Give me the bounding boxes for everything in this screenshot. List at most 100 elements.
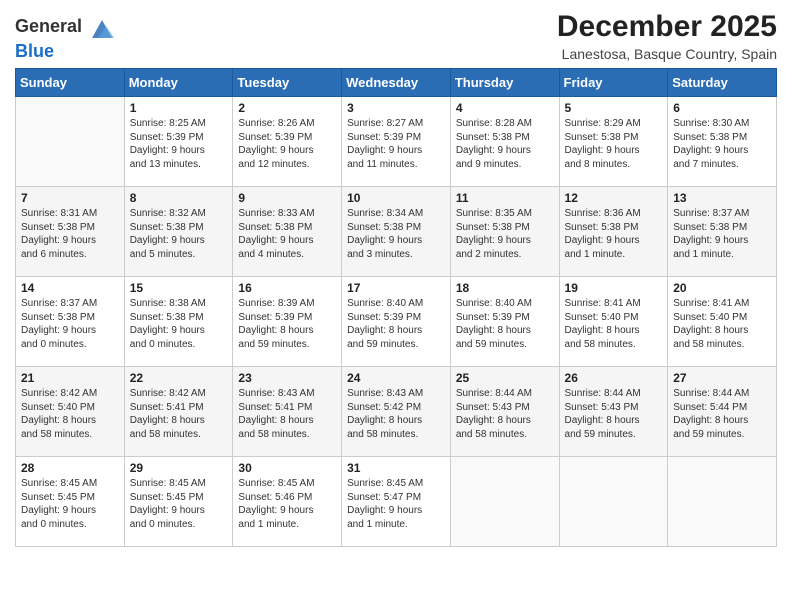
day-header-thursday: Thursday	[450, 69, 559, 97]
calendar-body: 1 Sunrise: 8:25 AM Sunset: 5:39 PM Daylig…	[16, 97, 777, 547]
cell-content: Sunrise: 8:33 AM Sunset: 5:38 PM Dayligh…	[238, 207, 336, 261]
calendar-week-3: 14 Sunrise: 8:37 AM Sunset: 5:38 PM Dayli…	[16, 277, 777, 367]
calendar-cell: 11 Sunrise: 8:35 AM Sunset: 5:38 PM Dayli…	[450, 187, 559, 277]
day-number: 23	[238, 371, 336, 385]
calendar-cell	[450, 457, 559, 547]
calendar-cell	[559, 457, 668, 547]
cell-content: Sunrise: 8:38 AM Sunset: 5:38 PM Dayligh…	[130, 297, 228, 351]
day-number: 24	[347, 371, 445, 385]
calendar-week-5: 28Sunrise: 8:45 AM Sunset: 5:45 PM Dayli…	[16, 457, 777, 547]
cell-content: Sunrise: 8:32 AM Sunset: 5:38 PM Dayligh…	[130, 207, 228, 261]
day-number: 27	[673, 371, 771, 385]
calendar-cell: 2 Sunrise: 8:26 AM Sunset: 5:39 PM Daylig…	[233, 97, 342, 187]
calendar-cell: 16 Sunrise: 8:39 AM Sunset: 5:39 PM Dayli…	[233, 277, 342, 367]
calendar-cell: 14 Sunrise: 8:37 AM Sunset: 5:38 PM Dayli…	[16, 277, 125, 367]
cell-content: Sunrise: 8:36 AM Sunset: 5:38 PM Dayligh…	[565, 207, 663, 261]
calendar-cell	[668, 457, 777, 547]
calendar-cell: 7Sunrise: 8:31 AM Sunset: 5:38 PM Daylig…	[16, 187, 125, 277]
cell-content: Sunrise: 8:43 AM Sunset: 5:41 PM Dayligh…	[238, 387, 336, 441]
day-number: 17	[347, 281, 445, 295]
calendar-cell: 24 Sunrise: 8:43 AM Sunset: 5:42 PM Dayli…	[342, 367, 451, 457]
day-number: 16	[238, 281, 336, 295]
day-number: 8	[130, 191, 228, 205]
day-number: 2	[238, 101, 336, 115]
day-number: 7	[21, 191, 119, 205]
cell-content: Sunrise: 8:44 AM Sunset: 5:43 PM Dayligh…	[456, 387, 554, 441]
cell-content: Sunrise: 8:43 AM Sunset: 5:42 PM Dayligh…	[347, 387, 445, 441]
day-number: 29	[130, 461, 228, 475]
day-header-sunday: Sunday	[16, 69, 125, 97]
calendar-cell: 29 Sunrise: 8:45 AM Sunset: 5:45 PM Dayli…	[124, 457, 233, 547]
day-number: 25	[456, 371, 554, 385]
calendar-cell: 6 Sunrise: 8:30 AM Sunset: 5:38 PM Daylig…	[668, 97, 777, 187]
calendar-cell: 17Sunrise: 8:40 AM Sunset: 5:39 PM Dayli…	[342, 277, 451, 367]
day-number: 21	[21, 371, 119, 385]
cell-content: Sunrise: 8:26 AM Sunset: 5:39 PM Dayligh…	[238, 117, 336, 171]
calendar-cell: 8 Sunrise: 8:32 AM Sunset: 5:38 PM Daylig…	[124, 187, 233, 277]
cell-content: Sunrise: 8:45 AM Sunset: 5:46 PM Dayligh…	[238, 477, 336, 531]
day-number: 12	[565, 191, 663, 205]
calendar-cell: 27 Sunrise: 8:44 AM Sunset: 5:44 PM Dayli…	[668, 367, 777, 457]
cell-content: Sunrise: 8:29 AM Sunset: 5:38 PM Dayligh…	[565, 117, 663, 171]
calendar-cell: 21 Sunrise: 8:42 AM Sunset: 5:40 PM Dayli…	[16, 367, 125, 457]
cell-content: Sunrise: 8:41 AM Sunset: 5:40 PM Dayligh…	[673, 297, 771, 351]
calendar-cell: 31 Sunrise: 8:45 AM Sunset: 5:47 PM Dayli…	[342, 457, 451, 547]
day-number: 4	[456, 101, 554, 115]
calendar-cell: 20Sunrise: 8:41 AM Sunset: 5:40 PM Dayli…	[668, 277, 777, 367]
cell-content: Sunrise: 8:44 AM Sunset: 5:43 PM Dayligh…	[565, 387, 663, 441]
day-number: 14	[21, 281, 119, 295]
day-header-saturday: Saturday	[668, 69, 777, 97]
calendar-cell: 25 Sunrise: 8:44 AM Sunset: 5:43 PM Dayli…	[450, 367, 559, 457]
day-header-tuesday: Tuesday	[233, 69, 342, 97]
cell-content: Sunrise: 8:28 AM Sunset: 5:38 PM Dayligh…	[456, 117, 554, 171]
day-header-monday: Monday	[124, 69, 233, 97]
calendar-cell	[16, 97, 125, 187]
cell-content: Sunrise: 8:35 AM Sunset: 5:38 PM Dayligh…	[456, 207, 554, 261]
main-title: December 2025	[557, 10, 777, 44]
calendar-cell: 12 Sunrise: 8:36 AM Sunset: 5:38 PM Dayli…	[559, 187, 668, 277]
calendar-cell: 22Sunrise: 8:42 AM Sunset: 5:41 PM Dayli…	[124, 367, 233, 457]
day-number: 1	[130, 101, 228, 115]
calendar-cell: 13Sunrise: 8:37 AM Sunset: 5:38 PM Dayli…	[668, 187, 777, 277]
logo-general: General	[15, 14, 116, 42]
cell-content: Sunrise: 8:44 AM Sunset: 5:44 PM Dayligh…	[673, 387, 771, 441]
title-area: December 2025 Lanestosa, Basque Country,…	[557, 10, 777, 62]
day-number: 5	[565, 101, 663, 115]
cell-content: Sunrise: 8:41 AM Sunset: 5:40 PM Dayligh…	[565, 297, 663, 351]
day-number: 11	[456, 191, 554, 205]
calendar-cell: 18Sunrise: 8:40 AM Sunset: 5:39 PM Dayli…	[450, 277, 559, 367]
day-header-wednesday: Wednesday	[342, 69, 451, 97]
cell-content: Sunrise: 8:45 AM Sunset: 5:45 PM Dayligh…	[21, 477, 119, 531]
cell-content: Sunrise: 8:27 AM Sunset: 5:39 PM Dayligh…	[347, 117, 445, 171]
cell-content: Sunrise: 8:42 AM Sunset: 5:40 PM Dayligh…	[21, 387, 119, 441]
day-header-friday: Friday	[559, 69, 668, 97]
logo-blue: Blue	[15, 42, 116, 62]
calendar-cell: 3Sunrise: 8:27 AM Sunset: 5:39 PM Daylig…	[342, 97, 451, 187]
day-number: 31	[347, 461, 445, 475]
day-number: 13	[673, 191, 771, 205]
day-number: 9	[238, 191, 336, 205]
cell-content: Sunrise: 8:30 AM Sunset: 5:38 PM Dayligh…	[673, 117, 771, 171]
calendar-cell: 26Sunrise: 8:44 AM Sunset: 5:43 PM Dayli…	[559, 367, 668, 457]
calendar-header-row: SundayMondayTuesdayWednesdayThursdayFrid…	[16, 69, 777, 97]
calendar-cell: 10 Sunrise: 8:34 AM Sunset: 5:38 PM Dayli…	[342, 187, 451, 277]
calendar-cell: 9 Sunrise: 8:33 AM Sunset: 5:38 PM Daylig…	[233, 187, 342, 277]
day-number: 15	[130, 281, 228, 295]
calendar-cell: 1 Sunrise: 8:25 AM Sunset: 5:39 PM Daylig…	[124, 97, 233, 187]
calendar-table: SundayMondayTuesdayWednesdayThursdayFrid…	[15, 68, 777, 547]
cell-content: Sunrise: 8:37 AM Sunset: 5:38 PM Dayligh…	[21, 297, 119, 351]
cell-content: Sunrise: 8:45 AM Sunset: 5:47 PM Dayligh…	[347, 477, 445, 531]
calendar-cell: 4 Sunrise: 8:28 AM Sunset: 5:38 PM Daylig…	[450, 97, 559, 187]
cell-content: Sunrise: 8:25 AM Sunset: 5:39 PM Dayligh…	[130, 117, 228, 171]
cell-content: Sunrise: 8:42 AM Sunset: 5:41 PM Dayligh…	[130, 387, 228, 441]
cell-content: Sunrise: 8:34 AM Sunset: 5:38 PM Dayligh…	[347, 207, 445, 261]
calendar-cell: 23 Sunrise: 8:43 AM Sunset: 5:41 PM Dayli…	[233, 367, 342, 457]
cell-content: Sunrise: 8:45 AM Sunset: 5:45 PM Dayligh…	[130, 477, 228, 531]
day-number: 6	[673, 101, 771, 115]
calendar-week-1: 1 Sunrise: 8:25 AM Sunset: 5:39 PM Daylig…	[16, 97, 777, 187]
day-number: 10	[347, 191, 445, 205]
header: General Blue December 2025 Lanestosa, Ba…	[15, 10, 777, 62]
day-number: 30	[238, 461, 336, 475]
cell-content: Sunrise: 8:40 AM Sunset: 5:39 PM Dayligh…	[456, 297, 554, 351]
cell-content: Sunrise: 8:39 AM Sunset: 5:39 PM Dayligh…	[238, 297, 336, 351]
